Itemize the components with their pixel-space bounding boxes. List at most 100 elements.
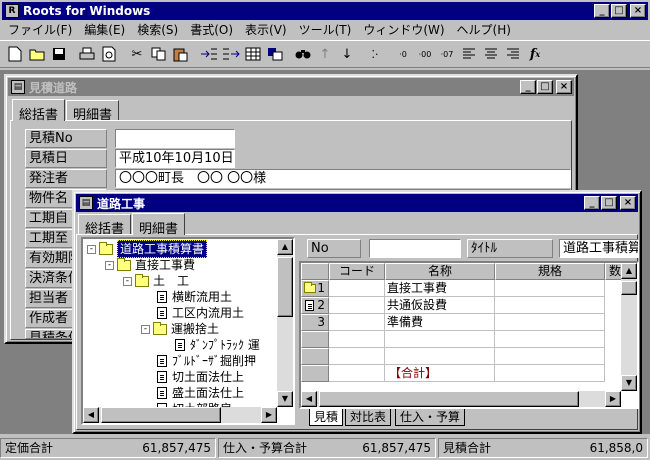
decimal-07-icon[interactable]: ·07 (436, 43, 458, 65)
grid-cell-name[interactable]: 直接工事費 (385, 280, 495, 297)
menu-file[interactable]: ファイル(F) (2, 21, 78, 38)
column-header[interactable]: 規格 (495, 263, 605, 280)
tree-node[interactable]: - 道路工事積算書 (87, 240, 208, 258)
grid-cell[interactable] (495, 280, 605, 297)
row-header[interactable] (301, 348, 329, 365)
decimal-00-icon[interactable]: ·00 (414, 43, 436, 65)
app-icon[interactable]: R (5, 4, 19, 18)
menu-format[interactable]: 書式(O) (184, 21, 239, 38)
grid-cell-name[interactable] (385, 348, 495, 365)
scroll-left-icon[interactable]: ◀ (83, 407, 99, 423)
tree-node[interactable]: 盛土面法仕上 (157, 385, 244, 401)
row-header[interactable]: 2 (301, 297, 329, 314)
cut-icon[interactable]: ✂ (126, 43, 148, 65)
decimal-0-icon[interactable]: ·0 (392, 43, 414, 65)
collapse-icon[interactable]: - (87, 244, 96, 254)
align-right-icon[interactable] (502, 43, 524, 65)
no-field[interactable] (369, 239, 461, 258)
sheet-tab-comparison[interactable]: 対比表 (345, 409, 392, 426)
preview-icon[interactable] (98, 43, 120, 65)
menu-window[interactable]: ウィンドウ(W) (357, 21, 450, 38)
item-grid[interactable]: コード 名称 規格 数 1 直接工事費 2 共通仮設費 3 準備費 【合計】 ▲… (299, 261, 639, 409)
road-maximize-button[interactable]: □ (601, 196, 617, 210)
grid-cell-name[interactable]: 【合計】 (385, 365, 495, 382)
estimate-close-button[interactable]: × (556, 80, 572, 94)
tree-node[interactable]: - 直接工事費 (105, 257, 195, 273)
grid-cell[interactable] (495, 348, 605, 365)
grid-cell-code[interactable] (329, 297, 385, 314)
tab-detail[interactable]: 明細書 (132, 213, 186, 237)
estimate-no-field[interactable] (115, 129, 235, 148)
collapse-icon[interactable]: - (105, 260, 114, 270)
row-header[interactable] (301, 331, 329, 348)
scroll-right-icon[interactable]: ▶ (261, 407, 277, 423)
print-icon[interactable] (76, 43, 98, 65)
menu-edit[interactable]: 編集(E) (78, 21, 131, 38)
tab-detail[interactable]: 明細書 (66, 100, 120, 123)
road-titlebar[interactable]: ▤ 道路工事 _ □ × (76, 194, 638, 212)
scroll-left-icon[interactable]: ◀ (301, 391, 317, 407)
tree-node[interactable]: 横断流用土 (157, 289, 232, 305)
search-icon[interactable] (292, 43, 314, 65)
scroll-down-icon[interactable]: ▼ (277, 391, 293, 407)
collapse-icon[interactable]: - (123, 276, 132, 286)
app-titlebar[interactable]: R Roots for Windows _ □ × (2, 2, 648, 20)
tree-view[interactable]: - 道路工事積算書 - 直接工事費 -土 工 横断流用土 工区内流用土 - 運搬捨土 … (81, 237, 295, 425)
tree-hscrollbar[interactable]: ◀ ▶ (83, 407, 277, 423)
tab-summary[interactable]: 総括書 (78, 214, 132, 237)
tab-summary[interactable]: 総括書 (12, 99, 66, 123)
scroll-thumb[interactable] (101, 407, 221, 423)
scroll-right-icon[interactable]: ▶ (605, 391, 621, 407)
column-header[interactable]: 名称 (385, 263, 495, 280)
road-window[interactable]: ▤ 道路工事 _ □ × 総括書 明細書 - 道路工事積算書 - 直接工事費 -土 … (72, 190, 642, 434)
tree-node[interactable]: 切土面法仕上 (157, 369, 244, 385)
grid-cell-code[interactable] (329, 348, 385, 365)
tree-node[interactable]: 工区内流用土 (157, 305, 244, 321)
row-header[interactable]: 1 (301, 280, 329, 297)
estimate-minimize-button[interactable]: _ (520, 80, 536, 94)
tree-vscrollbar[interactable]: ▲ ▼ (277, 239, 293, 407)
close-button[interactable]: × (630, 4, 646, 18)
save-icon[interactable] (48, 43, 70, 65)
estimate-titlebar[interactable]: ▤ 見積道路 _ □ × (8, 78, 574, 96)
scroll-down-icon[interactable]: ▼ (621, 375, 637, 391)
road-minimize-button[interactable]: _ (584, 196, 600, 210)
grid-cell-code[interactable] (329, 314, 385, 331)
open-icon[interactable] (26, 43, 48, 65)
title-field[interactable]: 道路工事積算 (559, 239, 639, 258)
indent-icon[interactable] (198, 43, 220, 65)
align-center-icon[interactable] (480, 43, 502, 65)
grid-vscrollbar[interactable]: ▲ ▼ (621, 263, 637, 391)
tree-node[interactable]: -土 工 (123, 273, 189, 289)
tree-node[interactable]: ﾀﾞﾝﾌﾟﾄﾗｯｸ 運 (175, 337, 260, 353)
column-header[interactable]: コード (329, 263, 385, 280)
estimate-maximize-button[interactable]: □ (537, 80, 553, 94)
grid-cell[interactable] (495, 297, 605, 314)
sheet-tab-purchase-budget[interactable]: 仕入・予算 (395, 409, 466, 426)
grid-cell-name[interactable]: 準備費 (385, 314, 495, 331)
grid-cell-name[interactable] (385, 331, 495, 348)
menu-search[interactable]: 検索(S) (131, 21, 184, 38)
grid-cell[interactable] (495, 365, 605, 382)
sheet-tab-estimate[interactable]: 見積 (309, 409, 344, 426)
up-icon[interactable]: ↑ (314, 43, 336, 65)
grid-cell[interactable] (495, 331, 605, 348)
menu-view[interactable]: 表示(V) (239, 21, 293, 38)
insert-icon[interactable] (264, 43, 286, 65)
minimize-button[interactable]: _ (594, 4, 610, 18)
function-icon[interactable]: fx (524, 43, 546, 65)
scroll-up-icon[interactable]: ▲ (621, 263, 637, 279)
grid-hscrollbar[interactable]: ◀ ▶ (301, 391, 621, 407)
row-header[interactable]: 3 (301, 314, 329, 331)
grid-icon[interactable] (242, 43, 264, 65)
scroll-thumb[interactable] (621, 281, 637, 295)
scroll-thumb[interactable] (319, 391, 579, 407)
tree-node[interactable]: ﾌﾞﾙﾄﾞｰｻﾞ掘削押 (157, 353, 256, 369)
tree-node[interactable]: - 運搬捨土 (141, 321, 219, 337)
road-close-button[interactable]: × (620, 196, 636, 210)
menu-tools[interactable]: ツール(T) (293, 21, 358, 38)
scroll-up-icon[interactable]: ▲ (277, 239, 293, 255)
paste-icon[interactable] (170, 43, 192, 65)
outdent-icon[interactable] (220, 43, 242, 65)
grid-cell-code[interactable] (329, 365, 385, 382)
